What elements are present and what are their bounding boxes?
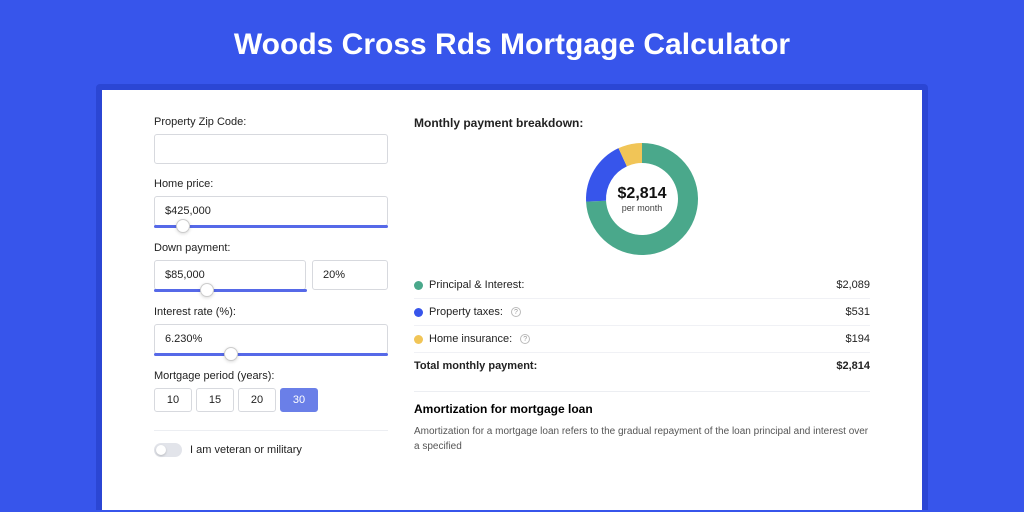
- page-title: Woods Cross Rds Mortgage Calculator: [0, 0, 1024, 84]
- legend-value: $194: [846, 333, 870, 345]
- legend-label: Home insurance:: [429, 333, 512, 345]
- zip-row: Property Zip Code:: [154, 116, 388, 164]
- home-price-label: Home price:: [154, 178, 388, 190]
- veteran-row: I am veteran or military: [154, 443, 388, 457]
- legend-row: Principal & Interest: $2,089: [414, 272, 870, 298]
- mortgage-period-label: Mortgage period (years):: [154, 370, 388, 382]
- veteran-label: I am veteran or military: [190, 444, 302, 456]
- breakdown-title: Monthly payment breakdown:: [414, 116, 870, 130]
- interest-rate-row: Interest rate (%):: [154, 306, 388, 356]
- home-price-slider[interactable]: [154, 225, 388, 228]
- home-price-input[interactable]: [154, 196, 388, 226]
- calculator-card: Property Zip Code: Home price: Down paym…: [102, 90, 922, 510]
- period-button-10[interactable]: 10: [154, 388, 192, 412]
- total-label: Total monthly payment:: [414, 360, 537, 372]
- veteran-toggle[interactable]: [154, 443, 182, 457]
- total-value: $2,814: [836, 360, 870, 372]
- down-percent-input[interactable]: [312, 260, 388, 290]
- breakdown-panel: Monthly payment breakdown: $2,814 per mo…: [400, 90, 922, 510]
- period-button-15[interactable]: 15: [196, 388, 234, 412]
- donut-chart-wrap: $2,814 per month: [414, 140, 870, 258]
- legend-value: $531: [846, 306, 870, 318]
- legend-dot: [414, 308, 423, 317]
- down-payment-label: Down payment:: [154, 242, 388, 254]
- period-button-20[interactable]: 20: [238, 388, 276, 412]
- home-price-slider-thumb[interactable]: [176, 219, 190, 233]
- interest-rate-slider[interactable]: [154, 353, 388, 356]
- down-amount-input[interactable]: [154, 260, 306, 290]
- total-row: Total monthly payment: $2,814: [414, 352, 870, 379]
- period-button-30[interactable]: 30: [280, 388, 318, 412]
- interest-rate-input[interactable]: [154, 324, 388, 354]
- donut-amount: $2,814: [618, 185, 667, 203]
- legend-value: $2,089: [836, 279, 870, 291]
- legend: Principal & Interest: $2,089 Property taxe…: [414, 272, 870, 352]
- legend-row: Property taxes:? $531: [414, 298, 870, 325]
- info-icon[interactable]: ?: [511, 307, 521, 317]
- legend-dot: [414, 281, 423, 290]
- amort-title: Amortization for mortgage loan: [414, 402, 870, 416]
- donut-sub: per month: [618, 203, 667, 213]
- amort-text: Amortization for a mortgage loan refers …: [414, 424, 870, 454]
- interest-rate-label: Interest rate (%):: [154, 306, 388, 318]
- interest-rate-slider-thumb[interactable]: [224, 347, 238, 361]
- form-panel: Property Zip Code: Home price: Down paym…: [102, 90, 400, 510]
- down-payment-row: Down payment:: [154, 242, 388, 292]
- legend-row: Home insurance:? $194: [414, 325, 870, 352]
- legend-dot: [414, 335, 423, 344]
- donut-center: $2,814 per month: [618, 185, 667, 213]
- zip-input[interactable]: [154, 134, 388, 164]
- period-buttons: 10152030: [154, 388, 388, 412]
- home-price-row: Home price:: [154, 178, 388, 228]
- down-payment-slider[interactable]: [154, 289, 307, 292]
- legend-label: Property taxes:: [429, 306, 503, 318]
- donut-chart: $2,814 per month: [583, 140, 701, 258]
- card-shadow: Property Zip Code: Home price: Down paym…: [96, 84, 928, 510]
- separator: [414, 391, 870, 392]
- divider: [154, 430, 388, 431]
- info-icon[interactable]: ?: [520, 334, 530, 344]
- down-payment-slider-thumb[interactable]: [200, 283, 214, 297]
- zip-label: Property Zip Code:: [154, 116, 388, 128]
- mortgage-period-row: Mortgage period (years): 10152030: [154, 370, 388, 412]
- legend-label: Principal & Interest:: [429, 279, 524, 291]
